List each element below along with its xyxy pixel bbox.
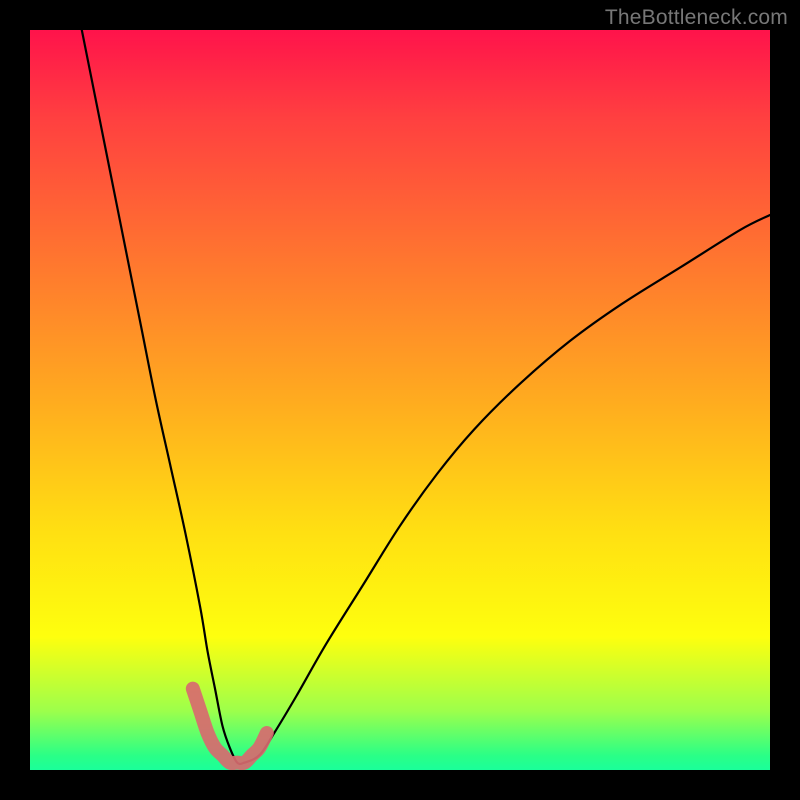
- bottleneck-curve: [82, 30, 770, 764]
- outer-frame: TheBottleneck.com: [0, 0, 800, 800]
- chart-svg: [30, 30, 770, 770]
- plot-area: [30, 30, 770, 770]
- watermark-text: TheBottleneck.com: [605, 6, 788, 30]
- highlight-band: [193, 689, 267, 764]
